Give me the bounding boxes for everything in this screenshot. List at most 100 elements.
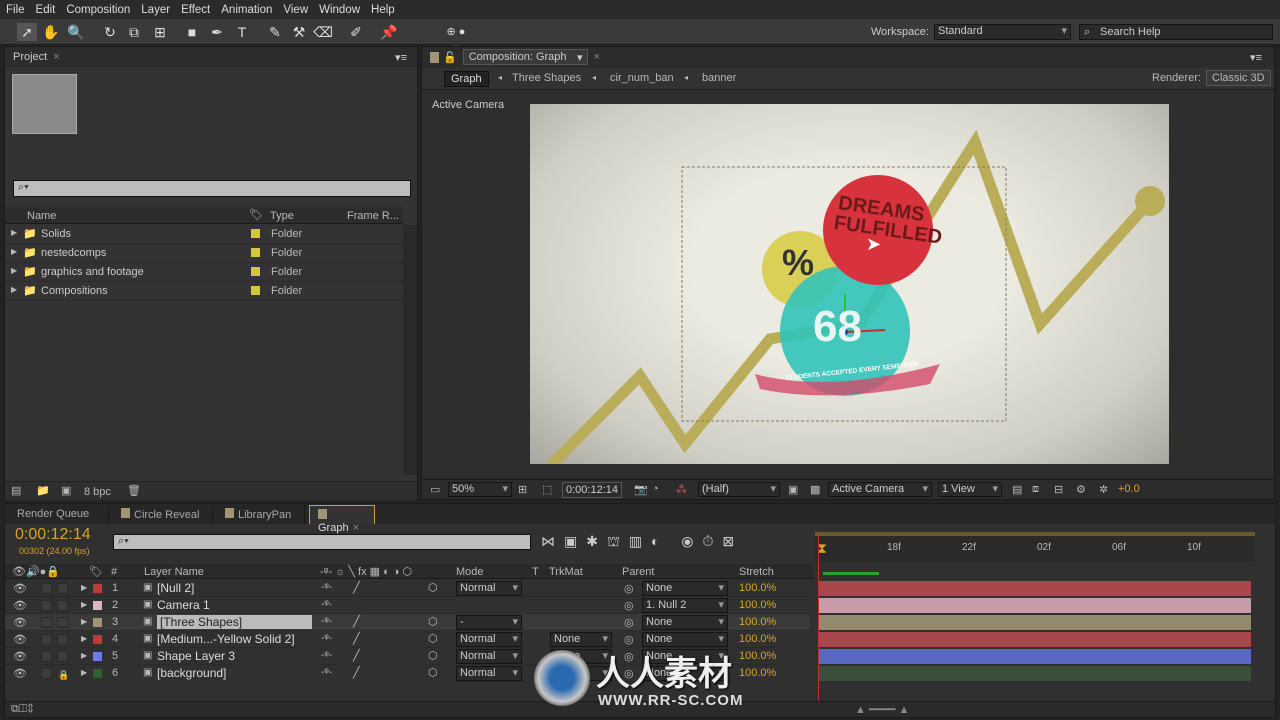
- layer-name[interactable]: [background]: [157, 666, 226, 680]
- grid-icon[interactable]: ⊞: [518, 483, 527, 496]
- track-matte-dropdown[interactable]: None: [550, 632, 612, 647]
- shy-switch-icon[interactable]: -ᵠ-: [321, 650, 332, 661]
- menu-layer[interactable]: Layer: [141, 4, 170, 16]
- always-preview-icon[interactable]: ▭: [430, 483, 440, 496]
- expand-triangle-icon[interactable]: ▶: [11, 266, 17, 275]
- eraser-tool-icon[interactable]: ⌫: [313, 23, 333, 41]
- stretch-value[interactable]: 100.0%: [739, 616, 776, 628]
- zoom-dropdown[interactable]: 50%: [448, 482, 512, 497]
- solo-toggle[interactable]: [41, 583, 52, 594]
- parent-dropdown[interactable]: 1. Null 2: [642, 598, 728, 613]
- parent-dropdown[interactable]: None: [642, 649, 728, 664]
- breadcrumb-banner[interactable]: banner: [702, 72, 736, 84]
- solo-toggle[interactable]: [41, 617, 52, 628]
- layer-duration-bar[interactable]: [819, 632, 1251, 647]
- time-ruler[interactable]: ⧗ 18f 22f 02f 06f 10f: [815, 532, 1255, 575]
- resolution-dropdown[interactable]: (Half): [698, 482, 780, 497]
- quality-switch-icon[interactable]: ╱: [353, 581, 360, 594]
- layer-row[interactable]: 👁 ▶ 4 ▣ [Medium...-Yellow Solid 2] -ᵠ- ╱…: [5, 631, 810, 648]
- layer-name[interactable]: [Three Shapes]: [157, 615, 313, 629]
- close-icon[interactable]: ×: [594, 51, 600, 63]
- hand-tool-icon[interactable]: ✋: [41, 23, 61, 41]
- shy-switch-icon[interactable]: -ᵠ-: [321, 582, 332, 593]
- workspace-dropdown[interactable]: Standard: [934, 24, 1071, 40]
- fast-previews-icon[interactable]: ▣: [788, 483, 798, 496]
- menu-animation[interactable]: Animation: [221, 4, 272, 16]
- expand-triangle-icon[interactable]: ▶: [81, 634, 87, 643]
- eye-icon[interactable]: 👁: [13, 582, 27, 595]
- parent-dropdown[interactable]: None: [642, 632, 728, 647]
- lock-toggle[interactable]: 🔒: [57, 668, 69, 680]
- transparency-grid-icon[interactable]: ▩: [810, 483, 820, 496]
- pick-whip-icon[interactable]: ◎: [624, 633, 634, 646]
- quality-switch-icon[interactable]: ╱: [353, 615, 360, 628]
- project-item[interactable]: ▶ 📁 Compositions Folder: [5, 282, 403, 301]
- shy-switch-icon[interactable]: -ᵠ-: [321, 667, 332, 678]
- label-color[interactable]: [251, 286, 260, 295]
- view-layout-dropdown[interactable]: 1 View: [938, 482, 1002, 497]
- timeline-tab[interactable]: Render Queue: [9, 505, 109, 524]
- search-help-input[interactable]: ⌕ Search Help: [1079, 24, 1273, 40]
- blend-mode-dropdown[interactable]: Normal: [456, 649, 522, 664]
- lock-toggle[interactable]: [57, 583, 68, 594]
- text-tool-icon[interactable]: T: [232, 23, 252, 41]
- column-layer-name[interactable]: Layer Name: [144, 566, 204, 578]
- panel-menu-icon[interactable]: ▾≡: [1250, 51, 1262, 64]
- expand-triangle-icon[interactable]: ▶: [11, 247, 17, 256]
- blend-mode-dropdown[interactable]: Normal: [456, 581, 522, 596]
- label-color[interactable]: [93, 601, 102, 610]
- panel-menu-icon[interactable]: ▾≡: [395, 51, 407, 64]
- layer-row[interactable]: 👁 ▶ 5 ▣ Shape Layer 3 -ᵠ- ╱ ⬡ Normal None…: [5, 648, 810, 665]
- pick-whip-icon[interactable]: ◎: [624, 650, 634, 663]
- 3d-layer-icon[interactable]: ⬡: [428, 666, 438, 679]
- lock-toggle[interactable]: [57, 634, 68, 645]
- label-color[interactable]: [251, 267, 260, 276]
- toggle-switches-icons[interactable]: ⧉◫⇕: [11, 703, 33, 716]
- timeline-search-input[interactable]: ⌕▾: [113, 534, 531, 550]
- snapshot-icon[interactable]: 📷: [634, 483, 648, 496]
- rectangle-tool-icon[interactable]: ■: [182, 23, 202, 41]
- zoom-slider[interactable]: ▲ ━━━━ ▲: [855, 703, 909, 716]
- fast-preview-icon[interactable]: ⧈: [1032, 483, 1039, 496]
- timeline-tab[interactable]: LibraryPan: [217, 505, 305, 524]
- expand-triangle-icon[interactable]: ▶: [81, 583, 87, 592]
- shy-switch-icon[interactable]: -ᵠ-: [321, 616, 332, 627]
- lock-icon[interactable]: 🔓: [443, 51, 457, 64]
- menu-composition[interactable]: Composition: [66, 4, 130, 16]
- layer-name[interactable]: Shape Layer 3: [157, 649, 235, 663]
- pick-whip-icon[interactable]: ◎: [624, 667, 634, 680]
- color-channels-icon[interactable]: ⁂: [676, 483, 687, 496]
- timeline-icon[interactable]: ⊟: [1054, 483, 1063, 496]
- project-item[interactable]: ▶ 📁 nestedcomps Folder: [5, 244, 403, 263]
- region-of-interest-icon[interactable]: ⬚: [542, 483, 552, 496]
- rotate-tool-icon[interactable]: ↻: [100, 23, 120, 41]
- breadcrumb-three-shapes[interactable]: Three Shapes: [512, 72, 581, 84]
- solo-toggle[interactable]: [41, 651, 52, 662]
- expand-triangle-icon[interactable]: ▶: [81, 651, 87, 660]
- layer-row[interactable]: 👁 ▶ 2 ▣ Camera 1 -ᵠ- ◎ 1. Null 2 100.0%: [5, 597, 810, 614]
- label-color[interactable]: [93, 618, 102, 627]
- pick-whip-icon[interactable]: ◎: [624, 582, 634, 595]
- new-comp-icon[interactable]: ▣: [61, 484, 71, 497]
- timeline-switch-buttons[interactable]: ⋈▣✱⛫▥◐ ⦿⏱⊠: [541, 533, 743, 552]
- puppet-tool-icon[interactable]: 📌: [379, 23, 399, 41]
- composition-tab[interactable]: Composition: Graph ▾: [462, 49, 588, 65]
- interpret-footage-icon[interactable]: ▤: [11, 484, 21, 497]
- renderer-button[interactable]: Classic 3D: [1206, 70, 1271, 86]
- work-area-bar[interactable]: [815, 532, 1255, 536]
- project-scrollbar[interactable]: [403, 225, 417, 475]
- expand-triangle-icon[interactable]: ▶: [81, 668, 87, 677]
- expand-triangle-icon[interactable]: ▶: [81, 600, 87, 609]
- timeline-tab[interactable]: Circle Reveal: [113, 505, 213, 524]
- stretch-value[interactable]: 100.0%: [739, 650, 776, 662]
- layer-duration-bar[interactable]: [819, 666, 1251, 681]
- clone-stamp-tool-icon[interactable]: ⚒: [289, 23, 309, 41]
- menu-help[interactable]: Help: [371, 4, 395, 16]
- label-tag-icon[interactable]: 🏷: [249, 208, 263, 221]
- layer-row[interactable]: 👁 ▶ 3 ▣ [Three Shapes] -ᵠ- ╱ ⬡ - ◎ None 1…: [5, 614, 810, 631]
- track-matte-dropdown[interactable]: None: [550, 666, 612, 681]
- toggle-pixel-aspect-icon[interactable]: ▤: [1012, 483, 1022, 496]
- label-color[interactable]: [93, 584, 102, 593]
- label-color[interactable]: [93, 652, 102, 661]
- composition-viewer[interactable]: DREAMS FULFILLED % 68 STUDENTS ACCEPTED …: [530, 104, 1169, 464]
